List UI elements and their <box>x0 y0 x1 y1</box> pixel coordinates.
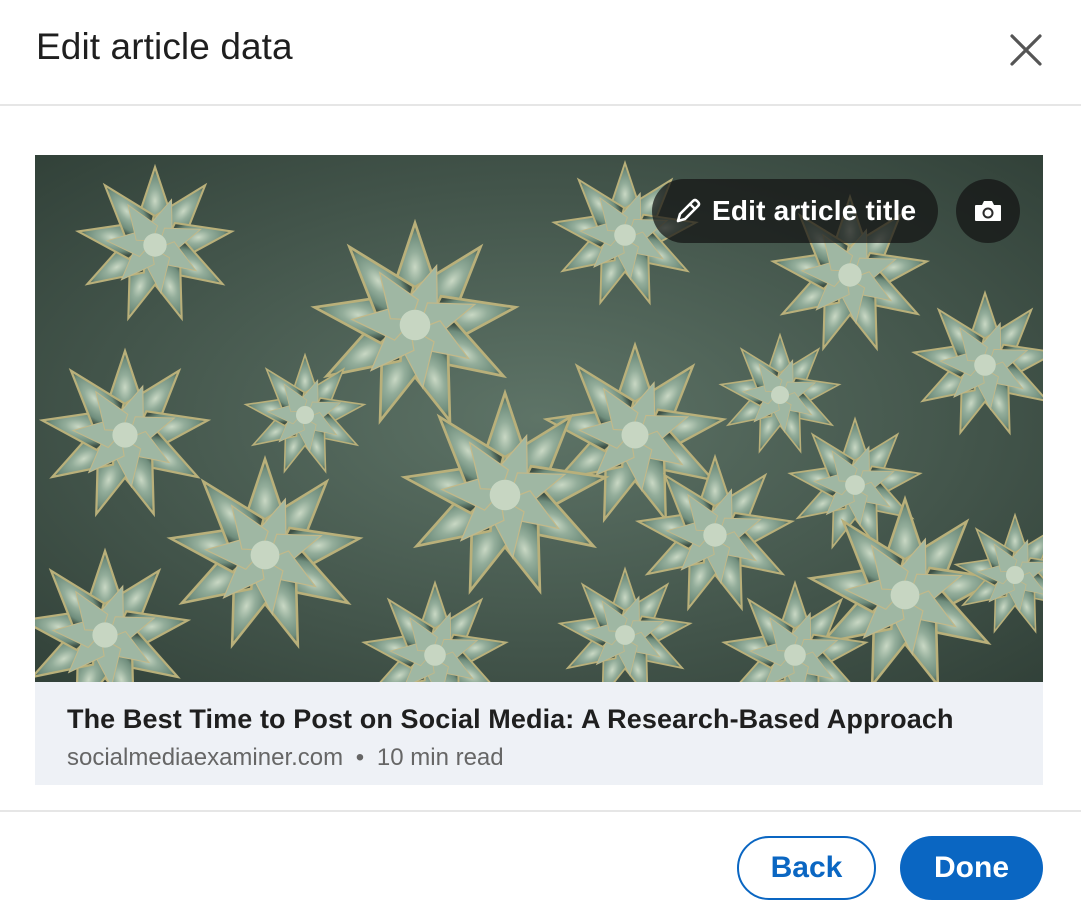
close-icon <box>1010 34 1042 66</box>
edit-article-modal: Edit article data Edit article title The… <box>0 0 1081 914</box>
article-read-time: 10 min read <box>376 744 504 771</box>
article-domain: socialmediaexaminer.com <box>67 744 344 771</box>
article-preview: Edit article title The Best Time to Post… <box>35 155 1043 785</box>
close-button[interactable] <box>1000 24 1052 76</box>
footer-divider <box>0 810 1081 812</box>
article-meta: socialmediaexaminer.com • 10 min read <box>67 744 1043 772</box>
modal-header: Edit article data <box>0 0 1081 106</box>
modal-title: Edit article data <box>36 26 293 67</box>
meta-separator: • <box>355 744 365 771</box>
article-title: The Best Time to Post on Social Media: A… <box>67 704 954 734</box>
article-info: The Best Time to Post on Social Media: A… <box>35 682 1043 785</box>
camera-icon <box>975 201 1001 221</box>
done-button[interactable]: Done <box>900 836 1043 900</box>
pencil-icon <box>676 198 701 223</box>
back-button[interactable]: Back <box>737 836 876 900</box>
edit-article-title-button[interactable]: Edit article title <box>652 179 938 243</box>
change-image-button[interactable] <box>956 179 1020 243</box>
cover-image: Edit article title <box>35 155 1043 682</box>
edit-article-title-label: Edit article title <box>712 195 917 226</box>
